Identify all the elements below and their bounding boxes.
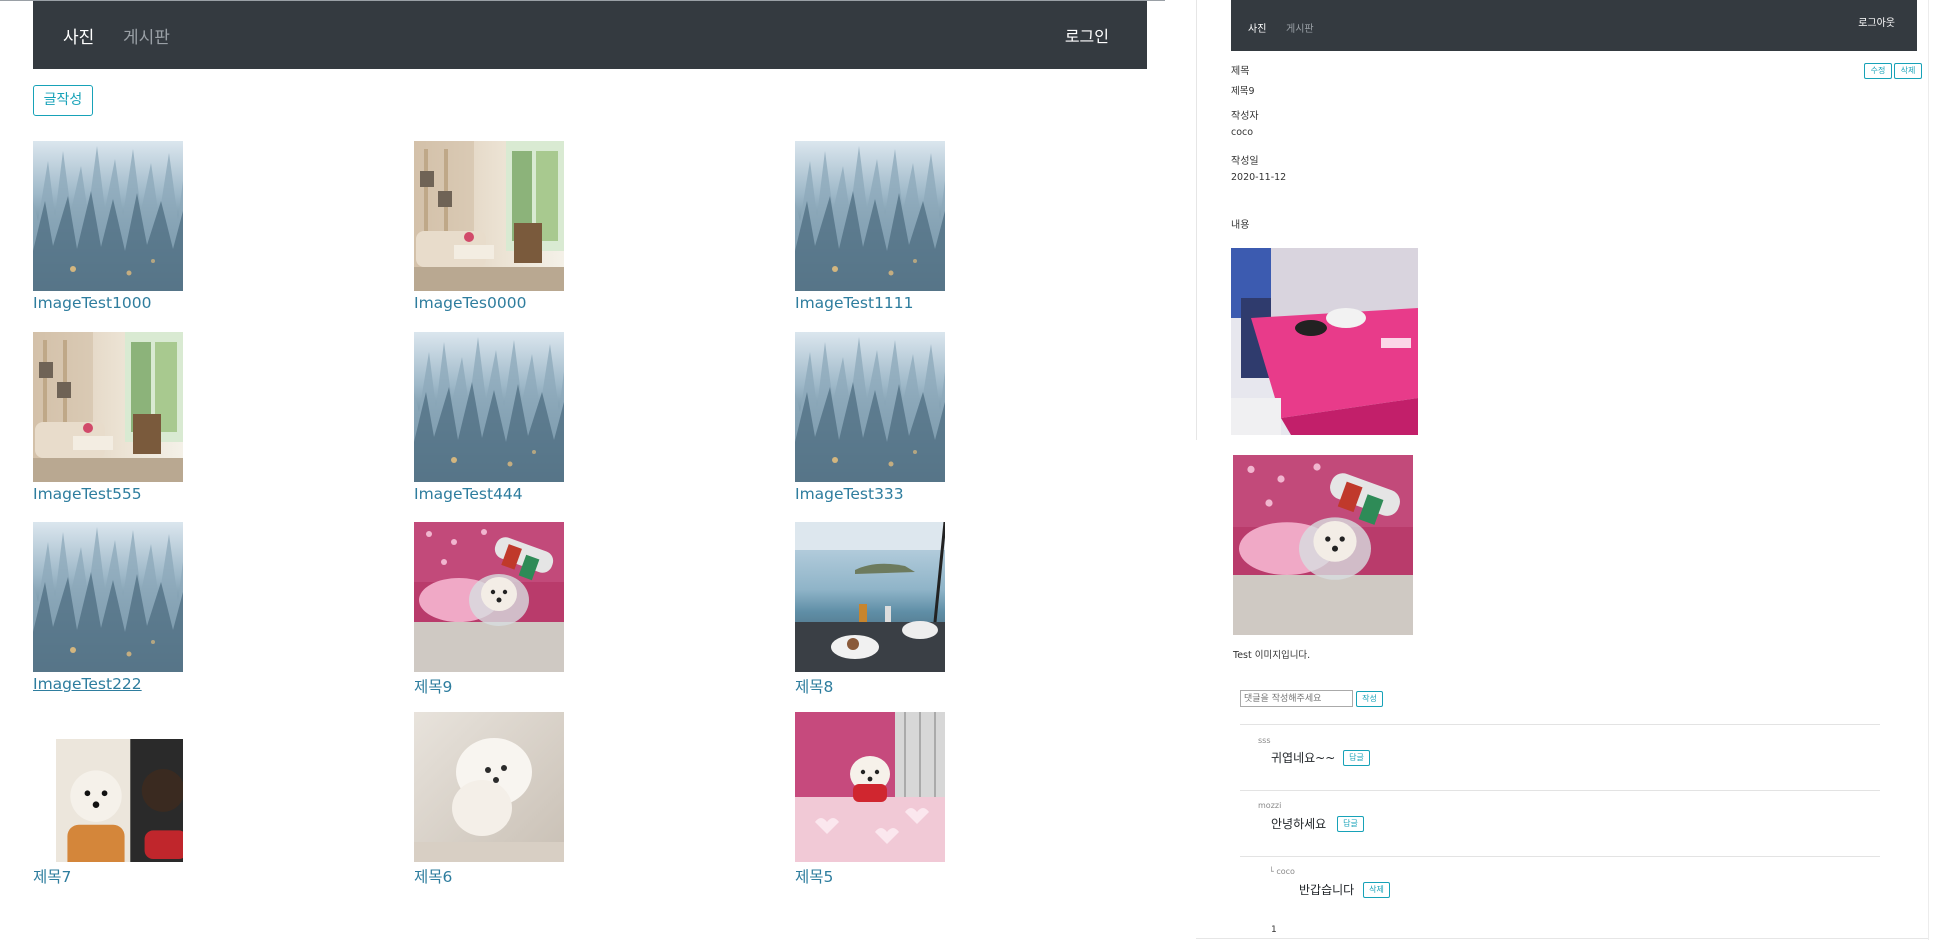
reply-button[interactable]: 답글: [1343, 750, 1370, 766]
gallery-card[interactable]: ImageTest555: [33, 332, 333, 517]
thumbnail-image[interactable]: [414, 712, 564, 862]
panel-border: [1928, 0, 1929, 940]
card-title-link[interactable]: ImageTest1111: [795, 294, 914, 312]
gallery-card[interactable]: ImageTest1111: [795, 141, 1095, 326]
post-body-text: Test 이미지입니다.: [1233, 650, 1311, 661]
post-detail-page: 사진 게시판 로그아웃 수정 삭제 제목 제목9 작성자 coco 작성일 20…: [1196, 0, 1930, 940]
content-label: 내용: [1231, 220, 1250, 231]
gallery-card[interactable]: ImageTest333: [795, 332, 1095, 517]
comment-text: 안녕하세요: [1271, 817, 1327, 831]
reply-author: └ coco: [1269, 867, 1295, 876]
gallery-card[interactable]: ImageTest222: [33, 522, 333, 707]
post-image: [1231, 248, 1418, 435]
card-title-link[interactable]: ImageTest555: [33, 485, 142, 503]
card-title-link[interactable]: ImageTest222: [33, 675, 142, 693]
gallery-card[interactable]: 제목7: [33, 712, 333, 897]
date-label: 작성일: [1231, 156, 1259, 167]
card-title-link[interactable]: ImageTest1000: [33, 294, 152, 312]
gallery-card[interactable]: ImageTes0000: [414, 141, 714, 326]
edit-post-button[interactable]: 수정: [1864, 63, 1892, 79]
thumbnail-image[interactable]: [414, 141, 564, 291]
card-title-link[interactable]: 제목5: [795, 865, 833, 887]
comment-input[interactable]: [1240, 690, 1353, 707]
write-post-button[interactable]: 글작성: [33, 85, 93, 116]
gallery-card[interactable]: ImageTest444: [414, 332, 714, 517]
reply-button[interactable]: 답글: [1337, 816, 1364, 832]
nav-link-board[interactable]: 게시판: [1286, 20, 1314, 35]
gallery-card[interactable]: ImageTest1000: [33, 141, 333, 326]
comment-text: 귀엽네요~~: [1271, 751, 1336, 765]
thumbnail-image[interactable]: [33, 332, 183, 482]
card-title-link[interactable]: 제목6: [414, 865, 452, 887]
author-label: 작성자: [1231, 111, 1259, 122]
thumbnail-image[interactable]: [414, 332, 564, 482]
thumbnail-image[interactable]: [33, 712, 183, 862]
title-label: 제목: [1231, 66, 1250, 77]
nav-link-logout[interactable]: 로그아웃: [1858, 14, 1895, 29]
card-title-link[interactable]: 제목7: [33, 865, 71, 887]
gallery-card[interactable]: 제목9: [414, 522, 714, 707]
title-value: 제목9: [1231, 86, 1255, 97]
gallery-card[interactable]: 제목8: [795, 522, 1095, 707]
card-title-link[interactable]: 제목9: [414, 675, 452, 697]
thumbnail-image[interactable]: [414, 522, 564, 672]
post-image: [1233, 455, 1413, 635]
photo-gallery-page: 사진 게시판 로그인 글작성 ImageTest1000 ImageTes000…: [0, 0, 1165, 940]
thumbnail-image[interactable]: [795, 332, 945, 482]
main-navbar: 사진 게시판 로그인: [33, 1, 1147, 69]
thumbnail-image[interactable]: [795, 712, 945, 862]
comment-submit-button[interactable]: 작성: [1356, 691, 1383, 707]
comment-pagination[interactable]: 1: [1271, 925, 1277, 935]
thumbnail-image[interactable]: [33, 141, 183, 291]
thumbnail-image[interactable]: [795, 141, 945, 291]
card-title-link[interactable]: ImageTest444: [414, 485, 523, 503]
delete-post-button[interactable]: 삭제: [1894, 63, 1922, 79]
comment-author: sss: [1258, 736, 1271, 745]
nav-link-photo[interactable]: 사진: [1248, 20, 1266, 35]
nav-link-board[interactable]: 게시판: [123, 23, 170, 48]
comment-divider: [1240, 856, 1880, 857]
gallery-card[interactable]: 제목5: [795, 712, 1095, 897]
nav-link-login[interactable]: 로그인: [1065, 23, 1109, 47]
nav-link-photo[interactable]: 사진: [63, 23, 94, 48]
detail-navbar: 사진 게시판 로그아웃: [1231, 0, 1917, 51]
delete-reply-button[interactable]: 삭제: [1363, 882, 1390, 898]
author-value: coco: [1231, 127, 1254, 138]
thumbnail-image[interactable]: [795, 522, 945, 672]
card-title-link[interactable]: ImageTes0000: [414, 294, 526, 312]
comment-divider: [1240, 790, 1880, 791]
reply-text: 반갑습니다: [1299, 883, 1355, 897]
card-title-link[interactable]: 제목8: [795, 675, 833, 697]
comment-divider: [1240, 724, 1880, 725]
panel-border: [1196, 0, 1197, 440]
panel-border: [1196, 938, 1928, 939]
comment-author: mozzi: [1258, 801, 1282, 810]
date-value: 2020-11-12: [1231, 172, 1287, 183]
card-title-link[interactable]: ImageTest333: [795, 485, 904, 503]
gallery-card[interactable]: 제목6: [414, 712, 714, 897]
thumbnail-image[interactable]: [33, 522, 183, 672]
